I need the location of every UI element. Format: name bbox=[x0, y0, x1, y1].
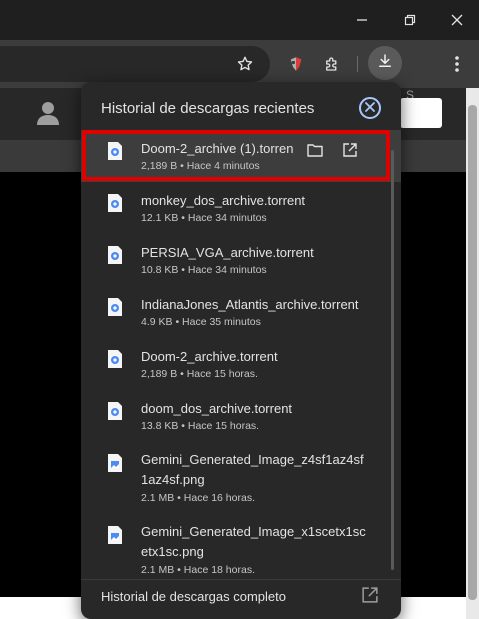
open-external-icon bbox=[362, 587, 382, 607]
full-history-link[interactable]: Historial de descargas completo bbox=[81, 579, 401, 619]
torrent-file-icon bbox=[108, 402, 122, 420]
download-filename[interactable]: Doom-2_archive.torrent bbox=[141, 348, 371, 365]
download-filename[interactable]: Doom-2_archive (1).torrent bbox=[141, 140, 293, 157]
address-bar[interactable] bbox=[0, 46, 270, 82]
download-meta: 10.8 KB • Hace 34 minutos bbox=[141, 264, 267, 276]
download-filename[interactable]: IndianaJones_Atlantis_archive.torrent bbox=[141, 296, 371, 313]
puzzle-icon[interactable] bbox=[320, 52, 344, 76]
close-panel-button[interactable] bbox=[359, 97, 381, 119]
toolbar-separator bbox=[357, 56, 358, 72]
download-item[interactable]: monkey_dos_archive.torrent 12.1 KB • Hac… bbox=[81, 182, 401, 234]
torrent-file-icon bbox=[108, 298, 122, 316]
star-icon[interactable] bbox=[233, 52, 257, 76]
image-file-icon bbox=[108, 526, 122, 544]
panel-title: Historial de descargas recientes bbox=[101, 100, 315, 117]
download-item[interactable]: Doom-2_archive.torrent 2,189 B • Hace 15… bbox=[81, 338, 401, 390]
downloads-panel: Historial de descargas recientes Doom-2_… bbox=[81, 82, 401, 619]
open-external-icon[interactable] bbox=[340, 140, 360, 160]
download-meta: 12.1 KB • Hace 34 minutos bbox=[141, 212, 267, 224]
page-search-box[interactable] bbox=[400, 98, 442, 128]
title-bar bbox=[0, 0, 479, 40]
minimize-icon[interactable] bbox=[350, 8, 374, 32]
download-meta: 13.8 KB • Hace 15 horas. bbox=[141, 420, 260, 432]
download-item[interactable]: doom_dos_archive.torrent 13.8 KB • Hace … bbox=[81, 390, 401, 442]
downloads-list: Doom-2_archive (1).torrent 2,189 B • Hac… bbox=[81, 130, 401, 586]
download-item[interactable]: PERSIA_VGA_archive.torrent 10.8 KB • Hac… bbox=[81, 234, 401, 286]
close-window-icon[interactable] bbox=[445, 8, 469, 32]
page-scrollbar-thumb[interactable] bbox=[468, 105, 477, 600]
download-filename[interactable]: Gemini_Generated_Image_x1scetx1scetx1sc.… bbox=[141, 522, 369, 562]
browser-toolbar bbox=[0, 40, 479, 88]
restore-icon[interactable] bbox=[398, 8, 422, 32]
download-item[interactable]: IndianaJones_Atlantis_archive.torrent 4.… bbox=[81, 286, 401, 338]
profile-icon[interactable] bbox=[36, 100, 60, 131]
torrent-file-icon bbox=[108, 246, 122, 264]
download-meta: 2.1 MB • Hace 18 horas. bbox=[141, 564, 255, 576]
folder-icon[interactable] bbox=[305, 140, 325, 160]
download-item[interactable]: Gemini_Generated_Image_z4sf1az4sf1az4sf.… bbox=[81, 442, 401, 514]
extension-icon[interactable] bbox=[284, 52, 308, 76]
full-history-label: Historial de descargas completo bbox=[101, 589, 286, 604]
torrent-file-icon bbox=[108, 142, 122, 160]
download-meta: 2,189 B • Hace 4 minutos bbox=[141, 160, 260, 172]
download-item[interactable]: Doom-2_archive (1).torrent 2,189 B • Hac… bbox=[81, 130, 401, 182]
download-filename[interactable]: monkey_dos_archive.torrent bbox=[141, 192, 371, 209]
torrent-file-icon bbox=[108, 350, 122, 368]
download-icon bbox=[376, 52, 394, 75]
download-meta: 4.9 KB • Hace 35 minutos bbox=[141, 316, 261, 328]
download-meta: 2,189 B • Hace 15 horas. bbox=[141, 368, 258, 380]
download-filename[interactable]: doom_dos_archive.torrent bbox=[141, 400, 371, 417]
download-button[interactable] bbox=[368, 46, 402, 80]
download-item[interactable]: Gemini_Generated_Image_x1scetx1scetx1sc.… bbox=[81, 514, 401, 586]
download-filename[interactable]: Gemini_Generated_Image_z4sf1az4sf1az4sf.… bbox=[141, 450, 369, 490]
kebab-menu-icon[interactable] bbox=[445, 52, 469, 76]
download-meta: 2.1 MB • Hace 16 horas. bbox=[141, 492, 255, 504]
image-file-icon bbox=[108, 454, 122, 472]
page-scrollbar[interactable] bbox=[466, 88, 479, 619]
close-icon bbox=[365, 99, 375, 117]
torrent-file-icon bbox=[108, 194, 122, 212]
download-filename[interactable]: PERSIA_VGA_archive.torrent bbox=[141, 244, 371, 261]
panel-scrollbar[interactable] bbox=[391, 150, 394, 570]
